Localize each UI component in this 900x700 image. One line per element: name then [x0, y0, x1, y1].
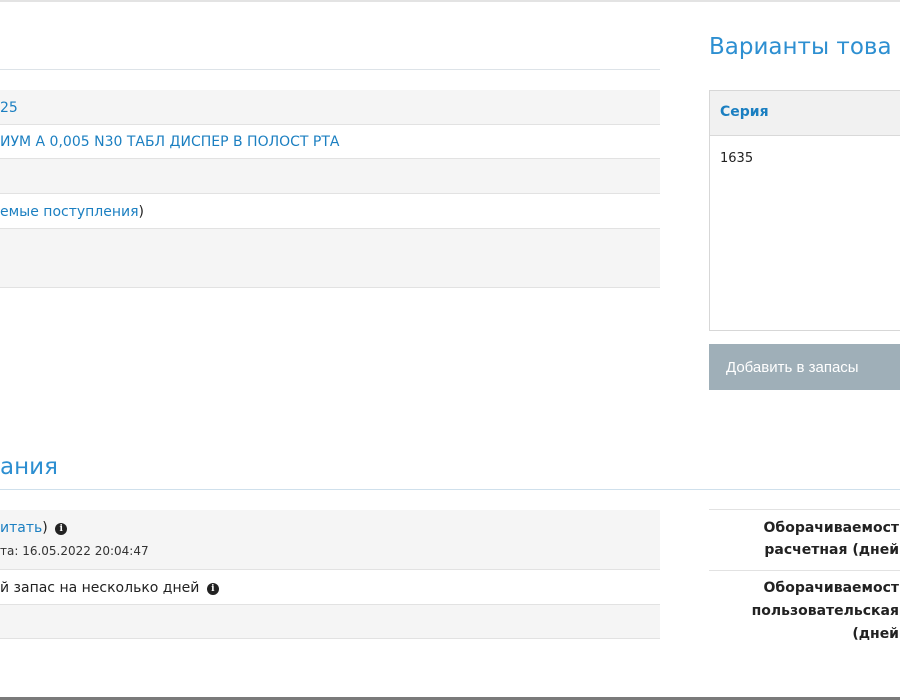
panel-top-divider [0, 69, 660, 70]
variants-heading: Варианты това [709, 34, 892, 60]
detail-row-product: ИУМ А 0,005 N30 ТАБЛ ДИСПЕР В ПОЛОСТ РТА [0, 125, 660, 159]
recalc-date: та: 16.05.2022 20:04:47 [0, 544, 149, 558]
variants-table: Серия 1635 [709, 90, 900, 331]
detail-row-empty [0, 159, 660, 194]
top-border [0, 0, 900, 2]
turnover-user-label-2: пользовательская [751, 603, 899, 619]
series-cell[interactable]: 1635 [720, 151, 753, 166]
recalc-row: итать) i та: 16.05.2022 20:04:47 [0, 510, 660, 570]
stock-days-row: й запас на несколько дней i [0, 570, 660, 605]
stock-days-label: й запас на несколько дней [0, 580, 200, 596]
info-icon[interactable]: i [206, 583, 219, 595]
section-heading: ания [0, 454, 58, 480]
turnover-user-row: Оборачиваемост пользовательская (дней [709, 570, 900, 650]
detail-row-blank [0, 229, 660, 288]
detail-row-receipts: емые поступления) [0, 194, 660, 229]
recalculate-link[interactable]: итать [0, 520, 42, 536]
product-name-link[interactable]: ИУМ А 0,005 N30 ТАБЛ ДИСПЕР В ПОЛОСТ РТА [0, 134, 340, 150]
stock-days-value-row [0, 605, 660, 639]
add-to-stock-button[interactable]: Добавить в запасы [709, 344, 900, 390]
series-column-header[interactable]: Серия [720, 104, 769, 120]
info-icon[interactable]: i [55, 523, 68, 535]
turnover-calculated-label-2: расчетная (дней [764, 542, 899, 558]
turnover-user-label-3: (дней [852, 626, 899, 642]
recalc-suffix: ) [42, 520, 48, 536]
detail-row-code: 25 [0, 90, 660, 125]
receipts-suffix: ) [138, 204, 145, 220]
section-divider [0, 489, 900, 490]
turnover-calculated-label: Оборачиваемост [763, 520, 899, 536]
turnover-user-label: Оборачиваемост [763, 580, 899, 596]
code-link[interactable]: 25 [0, 100, 18, 116]
expected-receipts-link[interactable]: емые поступления [0, 204, 139, 220]
turnover-calculated-row: Оборачиваемост расчетная (дней [709, 509, 900, 570]
variants-table-header: Серия [710, 91, 900, 136]
